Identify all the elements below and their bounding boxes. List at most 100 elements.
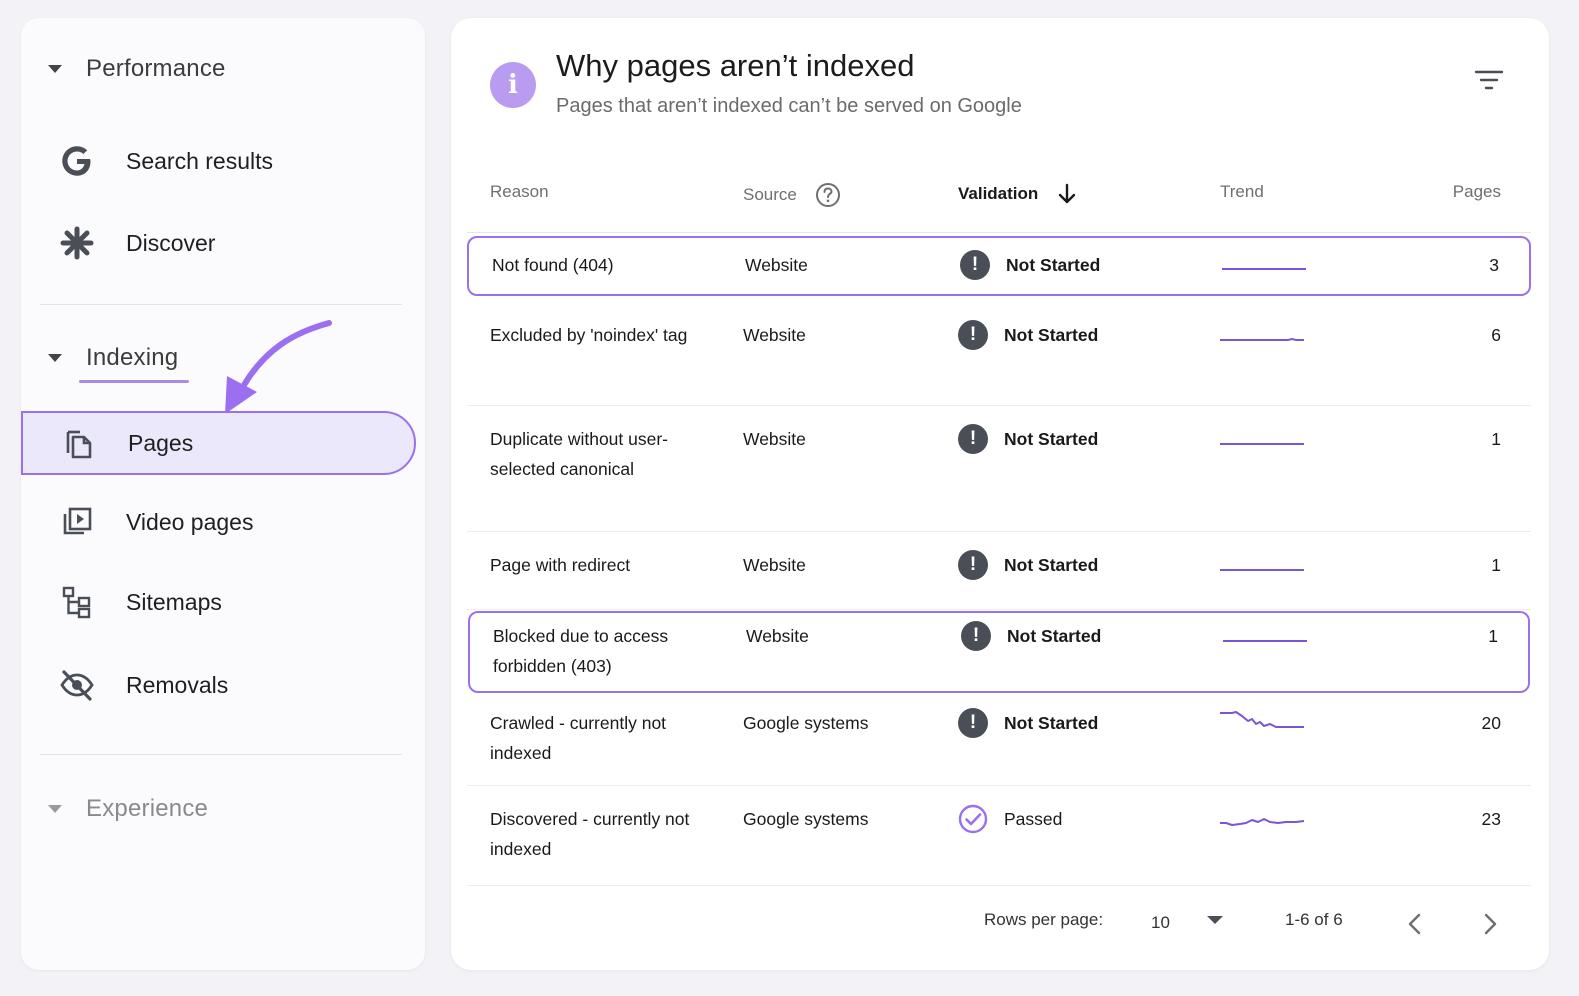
reason-cell: Duplicate without user-selected canonica… — [490, 429, 668, 479]
source-cell: Google systems — [743, 809, 869, 829]
trend-sparkline — [1220, 569, 1304, 571]
section-performance[interactable]: Performance — [21, 49, 425, 89]
exclamation-icon: ! — [958, 320, 988, 350]
sidebar-item-discover[interactable]: Discover — [21, 211, 416, 275]
pages-count-cell: 1 — [1491, 555, 1501, 575]
validation-status: Not Started — [1004, 713, 1099, 733]
table-row[interactable]: Duplicate without user-selected canonica… — [467, 406, 1531, 532]
sidebar: Performance Search results Discover Inde… — [21, 18, 425, 970]
table-header-divider — [467, 232, 1531, 233]
validation-status: Not Started — [1004, 429, 1099, 449]
validation-cell: ! Not Started — [958, 708, 1098, 738]
pagination-range: 1-6 of 6 — [1285, 910, 1343, 929]
column-header-pages[interactable]: Pages — [1453, 182, 1501, 202]
annotation-arrow-icon — [225, 320, 332, 414]
asterisk-icon — [58, 224, 96, 262]
column-header-label: Pages — [1452, 182, 1501, 201]
rows-per-page-select[interactable]: 10 — [1151, 910, 1224, 936]
eye-off-icon — [58, 666, 96, 704]
validation-cell: ! Not Started — [961, 621, 1101, 651]
source-cell: Google systems — [743, 713, 869, 733]
trend-sparkline — [1223, 640, 1307, 642]
rows-per-page-value: 10 — [1151, 913, 1170, 932]
column-header-trend[interactable]: Trend — [1220, 182, 1264, 202]
exclamation-icon: ! — [960, 250, 990, 280]
chevron-down-icon — [1206, 916, 1223, 924]
validation-status: Passed — [1004, 809, 1063, 829]
pages-count-cell: 3 — [1489, 255, 1499, 275]
video-pages-icon — [58, 503, 96, 541]
trend-sparkline — [1220, 711, 1304, 728]
sidebar-item-video-pages[interactable]: Video pages — [21, 490, 416, 554]
source-cell: Website — [743, 429, 806, 449]
exclamation-icon: ! — [958, 550, 988, 580]
chevron-left-icon[interactable] — [1406, 911, 1424, 937]
sidebar-item-label: Sitemaps — [126, 588, 222, 615]
pages-count-cell: 1 — [1488, 626, 1498, 646]
exclamation-icon: ! — [961, 621, 991, 651]
sort-arrow-down-icon[interactable] — [1056, 182, 1078, 206]
pages-count-cell: 20 — [1481, 713, 1501, 733]
column-header-label: Validation — [958, 184, 1039, 203]
caret-down-icon — [48, 65, 62, 73]
exclamation-icon: ! — [958, 708, 988, 738]
info-icon: i — [490, 62, 536, 108]
section-label-performance: Performance — [86, 55, 226, 82]
column-header-label: Source — [743, 185, 797, 204]
table-row[interactable]: Discovered - currently not indexed Googl… — [467, 786, 1531, 886]
trend-sparkline — [1220, 443, 1304, 445]
validation-cell: ! Not Started — [960, 250, 1100, 280]
reason-cell: Excluded by 'noindex' tag — [490, 325, 688, 345]
reason-cell: Blocked due to access forbidden (403) — [493, 626, 669, 676]
column-header-reason[interactable]: Reason — [490, 182, 549, 202]
page-title: Why pages aren’t indexed — [556, 48, 915, 83]
pages-icon — [60, 424, 98, 462]
table-row[interactable]: Not found (404) Website ! Not Started 3 — [467, 236, 1531, 296]
sidebar-divider — [40, 304, 402, 305]
validation-cell: ! Not Started — [958, 320, 1098, 350]
help-icon[interactable] — [815, 182, 841, 208]
sidebar-item-label: Pages — [128, 429, 194, 456]
reason-cell: Discovered - currently not indexed — [490, 809, 690, 859]
validation-cell: ! Not Started — [958, 424, 1098, 454]
filter-icon[interactable] — [1474, 68, 1504, 92]
section-experience[interactable]: Experience — [21, 789, 425, 829]
caret-down-icon — [48, 354, 62, 362]
validation-cell: Passed — [958, 804, 1062, 834]
column-header-label: Reason — [490, 182, 549, 201]
source-cell: Website — [745, 255, 808, 275]
section-label-experience: Experience — [86, 795, 209, 822]
sidebar-item-pages[interactable]: Pages — [21, 411, 416, 475]
trend-sparkline — [1222, 268, 1306, 270]
column-header-source[interactable]: Source — [743, 182, 841, 208]
validation-status: Not Started — [1004, 325, 1099, 345]
reason-cell: Crawled - currently not indexed — [490, 713, 667, 763]
validation-status: Not Started — [1004, 555, 1099, 575]
trend-sparkline — [1220, 818, 1305, 826]
sidebar-item-label: Removals — [126, 671, 229, 698]
table-row[interactable]: Excluded by 'noindex' tag Website ! Not … — [467, 302, 1531, 406]
table-row[interactable]: Crawled - currently not indexed Google s… — [467, 694, 1531, 786]
page-subtitle: Pages that aren’t indexed can’t be serve… — [556, 95, 1022, 117]
pages-count-cell: 23 — [1481, 809, 1501, 829]
sidebar-item-label: Video pages — [126, 508, 254, 535]
sidebar-item-search-results[interactable]: Search results — [21, 129, 416, 193]
validation-status: Not Started — [1007, 626, 1102, 646]
section-label-indexing: Indexing — [86, 344, 179, 371]
column-header-validation[interactable]: Validation — [958, 182, 1078, 206]
pages-count-cell: 6 — [1491, 325, 1501, 345]
validation-status: Not Started — [1006, 255, 1101, 275]
pages-count-cell: 1 — [1491, 429, 1501, 449]
sidebar-item-sitemaps[interactable]: Sitemaps — [21, 570, 416, 634]
caret-down-icon — [48, 805, 62, 813]
sidebar-divider — [40, 754, 402, 755]
reason-cell: Not found (404) — [492, 255, 614, 275]
chevron-right-icon[interactable] — [1481, 911, 1499, 937]
table-row[interactable]: Page with redirect Website ! Not Started… — [467, 532, 1531, 610]
check-circle-icon — [958, 804, 988, 834]
exclamation-icon: ! — [958, 424, 988, 454]
validation-cell: ! Not Started — [958, 550, 1098, 580]
sidebar-item-removals[interactable]: Removals — [21, 653, 416, 717]
sidebar-item-label: Discover — [126, 229, 216, 256]
table-row[interactable]: Blocked due to access forbidden (403) We… — [468, 611, 1530, 693]
